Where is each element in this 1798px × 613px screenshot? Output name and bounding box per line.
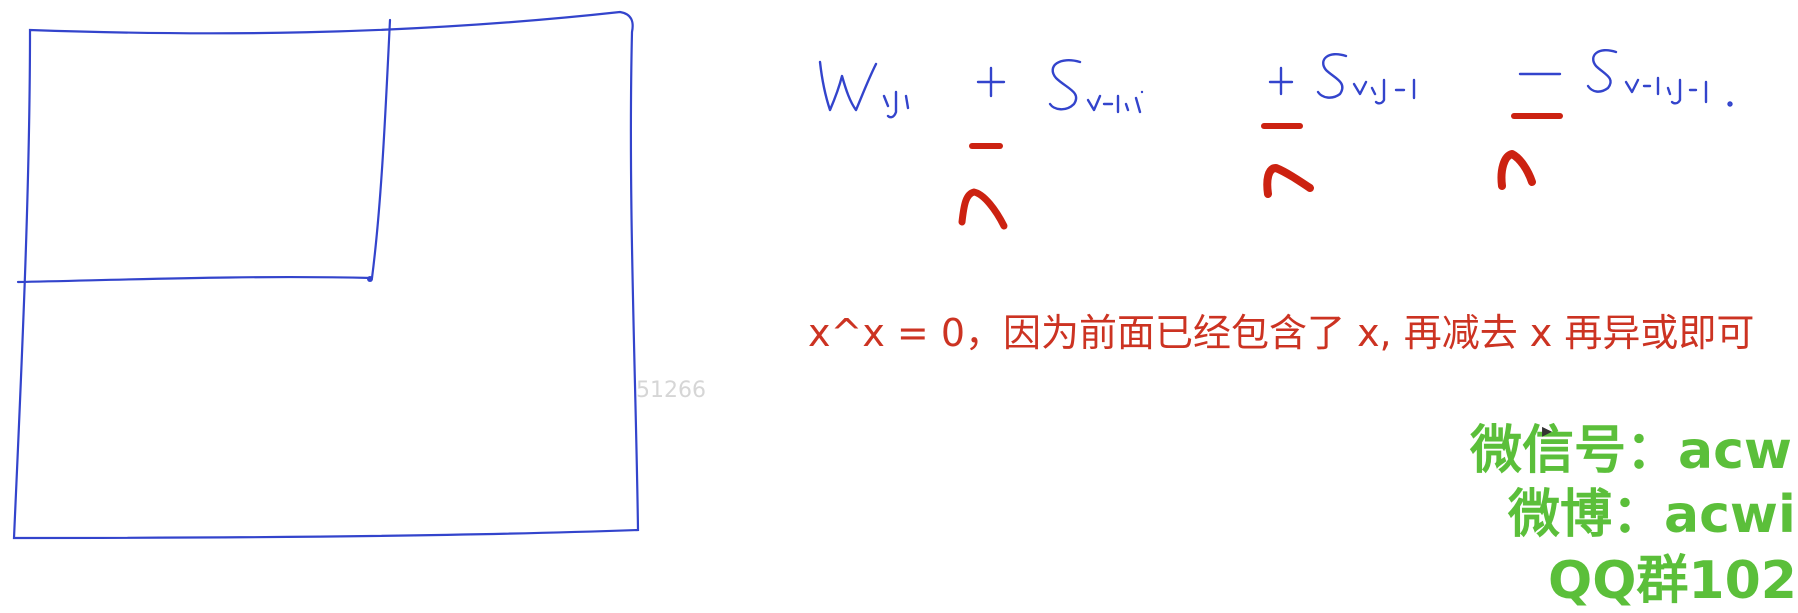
red-caret-2 (1263, 164, 1314, 198)
video-watermark: 51266 (636, 378, 706, 403)
red-annotation-marks (958, 113, 1563, 230)
mouse-cursor-icon: ▸ (1542, 418, 1553, 442)
xor-explanation-note: x^x = 0，因为前面已经包含了 x, 再减去 x 再异或即可 (808, 311, 1755, 355)
red-caret-1 (958, 188, 1008, 230)
inner-rect-right-edge (370, 18, 392, 280)
contact-qq-group: QQ群1023 (1548, 551, 1798, 611)
red-caret-3 (1497, 150, 1536, 190)
inner-rect-bottom-edge (16, 275, 374, 284)
handwritten-formula (818, 49, 1733, 119)
contact-weibo: 微博：acwi (1508, 485, 1796, 545)
outer-square-sketch (12, 10, 640, 540)
corner-dot (367, 276, 373, 282)
